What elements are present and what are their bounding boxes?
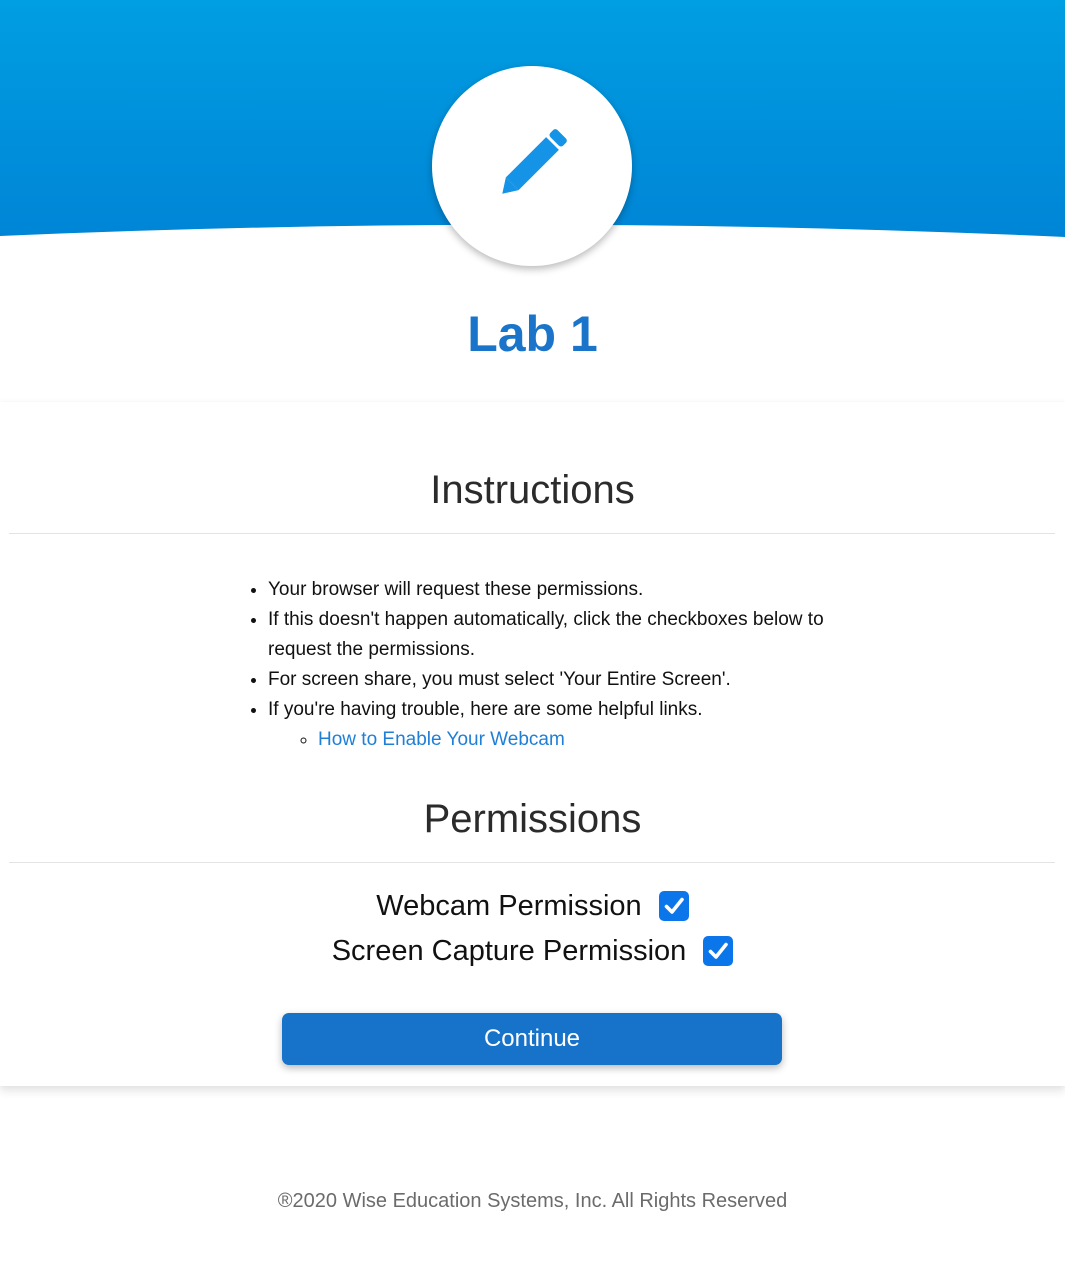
page-title: Lab 1	[467, 306, 598, 362]
content-card: Instructions Your browser will request t…	[0, 402, 1065, 1086]
list-item: Your browser will request these permissi…	[268, 575, 848, 605]
instructions-heading: Instructions	[430, 468, 635, 512]
pencil-icon	[492, 124, 572, 209]
divider	[9, 533, 1055, 534]
webcam-permission-row: Webcam Permission	[0, 888, 1065, 924]
enable-webcam-link[interactable]: How to Enable Your Webcam	[318, 729, 565, 750]
checkmark-icon	[708, 942, 729, 959]
screen-capture-permission-row: Screen Capture Permission	[0, 933, 1065, 969]
webcam-permission-label: Webcam Permission	[376, 890, 642, 922]
webcam-permission-checkbox[interactable]	[658, 891, 689, 921]
continue-button[interactable]: Continue	[282, 1013, 782, 1065]
screen-capture-permission-checkbox[interactable]	[703, 936, 734, 966]
help-links-list: How to Enable Your Webcam	[268, 725, 848, 755]
screen-capture-permission-label: Screen Capture Permission	[331, 935, 687, 967]
footer-copyright: ®2020 Wise Education Systems, Inc. All R…	[277, 1190, 788, 1212]
checkmark-icon	[664, 897, 684, 914]
permissions-heading: Permissions	[423, 797, 642, 841]
instructions-list: Your browser will request these permissi…	[268, 575, 848, 755]
list-item: If you're having trouble, here are some …	[268, 695, 848, 755]
divider	[9, 862, 1055, 863]
list-item: For screen share, you must select 'Your …	[268, 665, 848, 695]
header-icon-badge	[432, 66, 632, 266]
list-item-text: If you're having trouble, here are some …	[268, 699, 703, 720]
list-item: If this doesn't happen automatically, cl…	[268, 605, 848, 665]
list-item: How to Enable Your Webcam	[318, 725, 848, 755]
